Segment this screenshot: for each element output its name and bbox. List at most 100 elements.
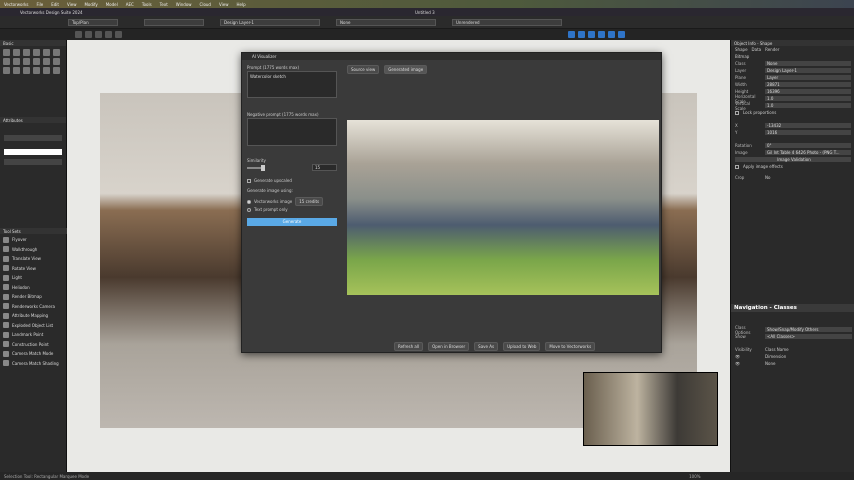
field-value[interactable]: 16396 (765, 89, 851, 94)
tool-icon[interactable] (13, 49, 20, 56)
tool-button[interactable] (105, 31, 112, 38)
tool-item[interactable]: Walkthrough (0, 245, 67, 255)
text-only-radio[interactable] (247, 207, 251, 212)
tool-button[interactable] (75, 31, 82, 38)
tool-item[interactable]: Renderworks Camera (0, 302, 67, 312)
field-value[interactable]: 28871 (765, 82, 851, 87)
menu-item[interactable]: Text (160, 2, 168, 7)
fill-color[interactable] (4, 149, 62, 155)
y-field[interactable]: 1016 (765, 130, 851, 135)
class-options-select[interactable]: Show/Snap/Modify Others (765, 327, 852, 332)
tool-item[interactable]: Landmark Point (0, 330, 67, 340)
tab-generated-image[interactable]: Generated image (384, 65, 428, 74)
tool-icon[interactable] (13, 67, 20, 74)
tool-button[interactable] (85, 31, 92, 38)
menu-item[interactable]: File (37, 2, 44, 7)
snap-button[interactable] (598, 31, 605, 38)
vw-image-radio[interactable] (247, 199, 251, 204)
snap-button[interactable] (608, 31, 615, 38)
saved-view-select[interactable] (144, 18, 204, 26)
save-as-button[interactable]: Save As (474, 342, 499, 351)
tool-icon[interactable] (3, 67, 10, 74)
tool-icon[interactable] (33, 49, 40, 56)
negative-prompt-input[interactable] (247, 118, 337, 146)
snap-button[interactable] (618, 31, 625, 38)
similarity-value[interactable]: 15 (312, 164, 337, 171)
field-value[interactable]: Layer (765, 75, 851, 80)
move-to-vectorworks-button[interactable]: Move to Vectorworks (545, 342, 596, 351)
tool-icon[interactable] (23, 49, 30, 56)
class-row[interactable]: 👁 Dimension (731, 353, 854, 360)
menu-item[interactable]: AEC (126, 2, 134, 7)
tool-item[interactable]: Translate View (0, 254, 67, 264)
effects-checkbox[interactable] (735, 164, 739, 169)
menu-item[interactable]: Model (106, 2, 118, 7)
tool-button[interactable] (115, 31, 122, 38)
tool-icon[interactable] (43, 58, 50, 65)
generate-button[interactable]: Generate (247, 218, 337, 226)
layer-select[interactable]: Design Layer-1 (220, 18, 320, 26)
snap-button[interactable] (588, 31, 595, 38)
class-select[interactable]: None (336, 18, 436, 26)
menu-item[interactable]: View (67, 2, 77, 7)
tool-item[interactable]: Flyover (0, 235, 67, 245)
class-row[interactable]: 👁 None (731, 360, 854, 367)
open-browser-button[interactable]: Open in Browser (428, 342, 470, 351)
tool-icon[interactable] (43, 49, 50, 56)
show-select[interactable]: <All Classes> (765, 334, 852, 339)
prompt-input[interactable]: Watercolor sketch (247, 71, 337, 98)
pen-select[interactable] (4, 159, 62, 165)
x-field[interactable]: -13432 (765, 123, 851, 128)
menu-item[interactable]: Modify (84, 2, 97, 7)
snap-button[interactable] (578, 31, 585, 38)
tool-icon[interactable] (23, 58, 30, 65)
rotation-field[interactable]: 0° (765, 143, 851, 148)
menu-item[interactable]: Window (176, 2, 192, 7)
tab-shape[interactable]: Shape (735, 47, 748, 52)
field-value[interactable]: 1.0 (765, 103, 851, 108)
tool-icon[interactable] (53, 67, 60, 74)
tool-button[interactable] (95, 31, 102, 38)
tool-item[interactable]: Construction Point (0, 340, 67, 350)
tab-render[interactable]: Render (765, 47, 779, 52)
tool-icon[interactable] (53, 49, 60, 56)
tool-item[interactable]: Rotate View (0, 264, 67, 274)
tool-icon[interactable] (3, 58, 10, 65)
tool-item[interactable]: Camera Match Mode (0, 349, 67, 359)
similarity-slider[interactable] (247, 165, 265, 171)
tool-item[interactable]: Light (0, 273, 67, 283)
snap-button[interactable] (568, 31, 575, 38)
tool-icon[interactable] (23, 67, 30, 74)
menu-item[interactable]: View (219, 2, 229, 7)
tool-icon[interactable] (3, 49, 10, 56)
menu-item[interactable]: Tools (142, 2, 152, 7)
lock-proportions[interactable]: Lock proportions (731, 109, 854, 116)
tool-item[interactable]: Camera Match Shading (0, 359, 67, 369)
tool-icon[interactable] (43, 67, 50, 74)
render-mode-select[interactable]: Unrendered (452, 18, 562, 26)
image-validation-button[interactable]: Image Validation (735, 157, 851, 162)
visibility-eye-icon[interactable]: 👁 (735, 361, 761, 366)
field-value[interactable]: None (765, 61, 851, 66)
tool-item[interactable]: Heliodon (0, 283, 67, 293)
menu-item[interactable]: Edit (51, 2, 59, 7)
menu-item[interactable]: Cloud (200, 2, 211, 7)
tool-icon[interactable] (53, 58, 60, 65)
image-field[interactable]: Gil Int Table 4 6426 Photo - (PNG T... (765, 150, 851, 155)
visibility-eye-icon[interactable]: 👁 (735, 354, 761, 359)
tab-source-view[interactable]: Source view (347, 65, 380, 74)
tool-item[interactable]: Exploded Object List (0, 321, 67, 331)
view-select[interactable]: Top/Plan (68, 18, 118, 26)
refresh-all-button[interactable]: Refresh all (394, 342, 424, 351)
field-value[interactable]: 1.0 (765, 96, 851, 101)
menu-item[interactable]: Help (236, 2, 245, 7)
fill-select[interactable] (4, 135, 62, 141)
menu-item[interactable]: Vectorworks (4, 2, 29, 7)
tool-item[interactable]: Render Bitmap (0, 292, 67, 302)
tool-icon[interactable] (33, 67, 40, 74)
upload-button[interactable]: Upload to Web (503, 342, 541, 351)
upscale-checkbox[interactable] (247, 178, 251, 183)
tool-icon[interactable] (13, 58, 20, 65)
field-value[interactable]: Design Layer-1 (765, 68, 851, 73)
tool-item[interactable]: Attribute Mapping (0, 311, 67, 321)
